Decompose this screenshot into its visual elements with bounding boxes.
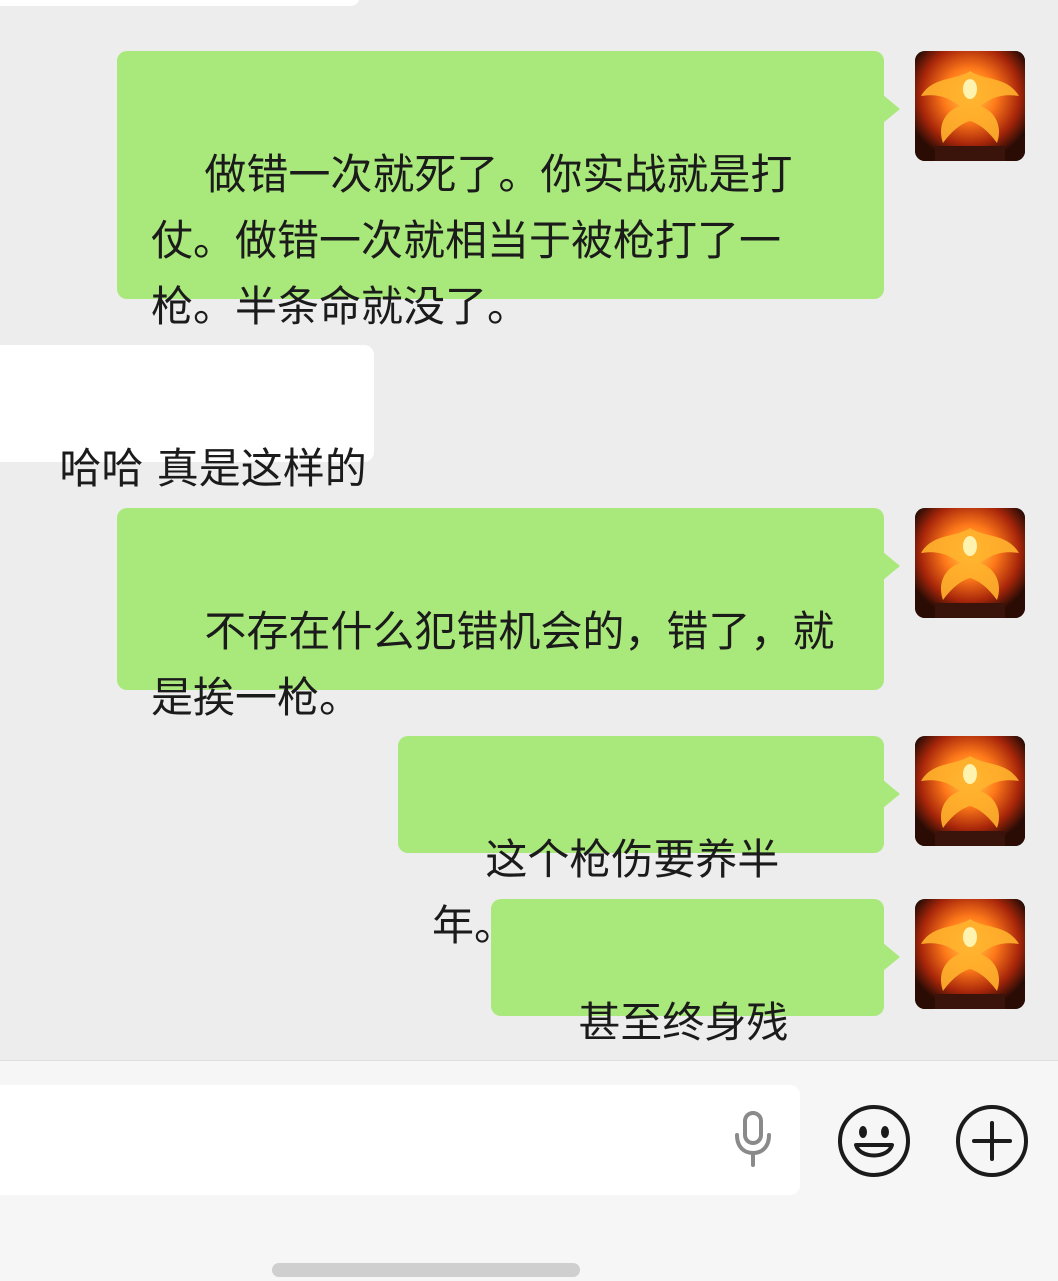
- chat-message-list[interactable]: 做错一次就死了。你实战就是打 仗。做错一次就相当于被枪打了一 枪。半条命就没了。…: [0, 0, 1058, 1060]
- phoenix-avatar-icon: [915, 51, 1025, 161]
- message-input[interactable]: [0, 1085, 800, 1195]
- user-avatar[interactable]: [915, 736, 1025, 846]
- partial-message-bubble: [0, 0, 360, 6]
- microphone-icon[interactable]: [728, 1109, 778, 1171]
- sent-message-bubble[interactable]: 做错一次就死了。你实战就是打 仗。做错一次就相当于被枪打了一 枪。半条命就没了。: [117, 51, 900, 331]
- sent-message-bubble[interactable]: 不存在什么犯错机会的，错了，就 是挨一枪。: [117, 508, 900, 722]
- user-avatar[interactable]: [915, 899, 1025, 1009]
- phoenix-avatar-icon: [915, 508, 1025, 618]
- message-text: 哈哈 真是这样的: [59, 444, 367, 493]
- message-text: 甚至终身残废。: [578, 998, 789, 1047]
- message-input-bar: [0, 1060, 1058, 1281]
- sent-message-bubble[interactable]: 甚至终身残废。: [491, 899, 900, 1047]
- phoenix-avatar-icon: [915, 899, 1025, 1009]
- message-text: 不存在什么犯错机会的，错了，就 是挨一枪。: [151, 607, 835, 722]
- user-avatar[interactable]: [915, 51, 1025, 161]
- emoji-smile-icon[interactable]: [836, 1103, 912, 1179]
- home-indicator[interactable]: [272, 1263, 580, 1277]
- user-avatar[interactable]: [915, 508, 1025, 618]
- plus-circle-icon[interactable]: [954, 1103, 1030, 1179]
- phoenix-avatar-icon: [915, 736, 1025, 846]
- sent-message-bubble[interactable]: 这个枪伤要养半年。: [398, 736, 900, 950]
- message-text: 做错一次就死了。你实战就是打 仗。做错一次就相当于被枪打了一 枪。半条命就没了。: [151, 150, 793, 331]
- received-message-bubble[interactable]: 哈哈 真是这样的: [0, 345, 374, 493]
